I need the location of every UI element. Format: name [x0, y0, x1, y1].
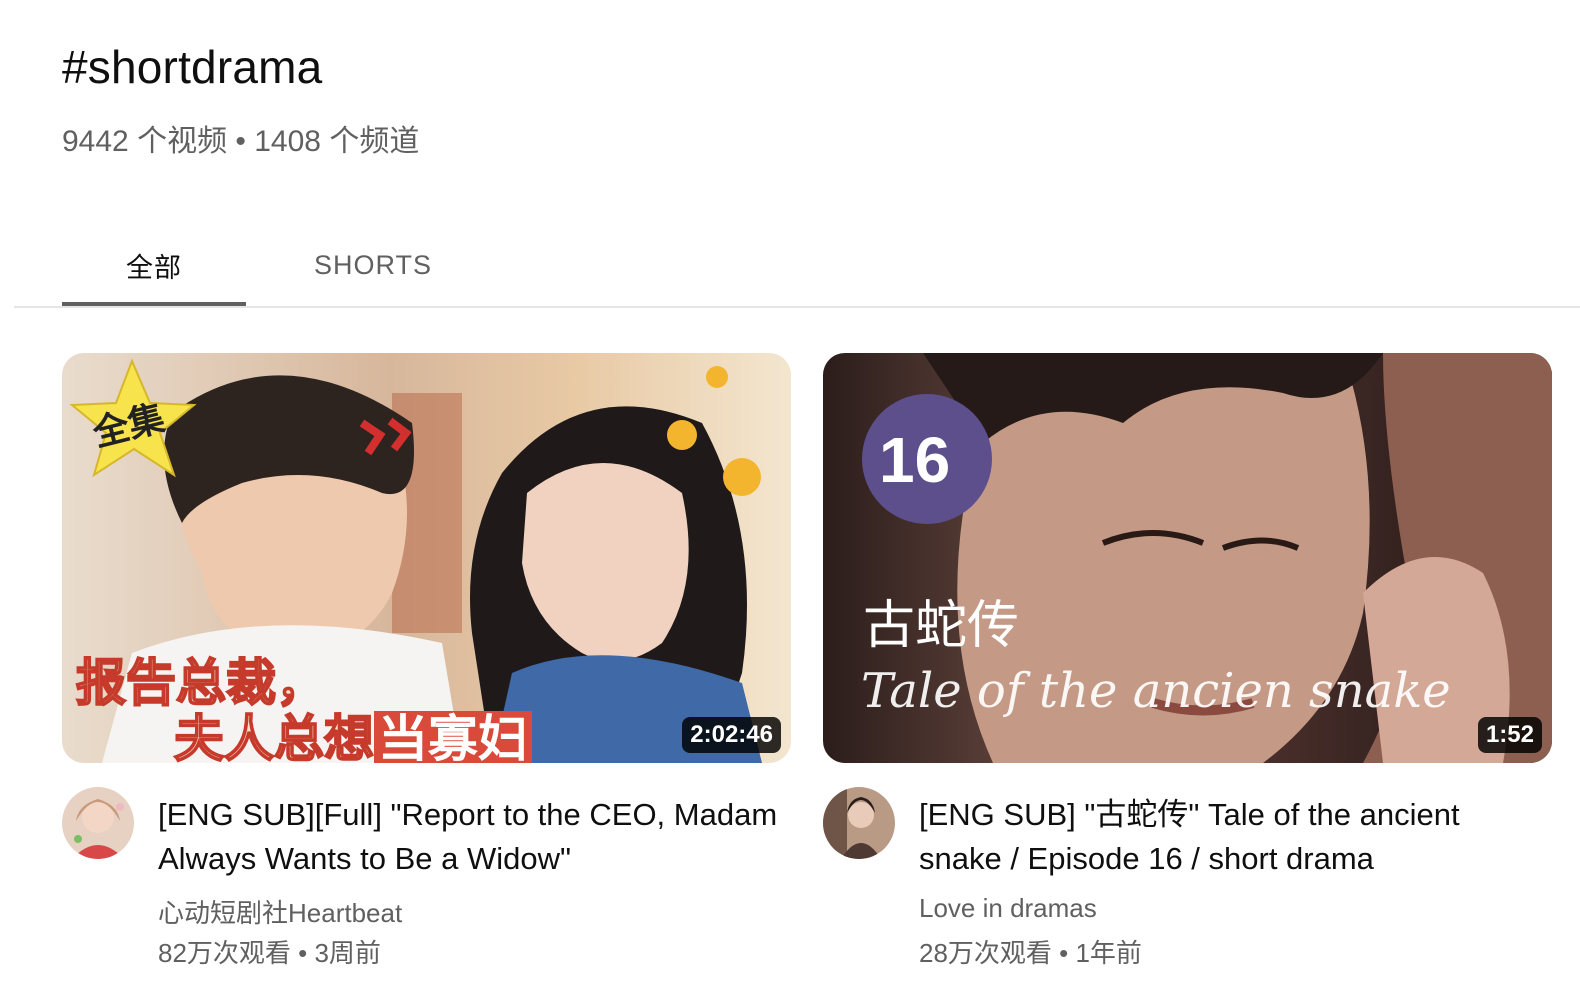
channel-name[interactable]: Love in dramas: [919, 893, 1097, 924]
tab-bar: 全部 SHORTS: [62, 228, 500, 307]
video-details: [ENG SUB] "古蛇传" Tale of the ancient snak…: [823, 763, 1552, 968]
channel-avatar[interactable]: [62, 787, 134, 859]
video-title[interactable]: [ENG SUB][Full] "Report to the CEO, Mada…: [158, 793, 778, 881]
video-stats: 82万次观看 • 3周前: [158, 938, 381, 968]
avatar-image: [62, 787, 134, 859]
channel-name[interactable]: 心动短剧社Heartbeat: [158, 893, 402, 930]
episode-number: 16: [879, 424, 951, 496]
tab-shorts[interactable]: SHORTS: [246, 228, 500, 302]
video-card: 全集 报告总裁， 夫人总想当寡妇 2:02:46 [ENG SUB][Full]…: [62, 353, 791, 968]
video-title[interactable]: [ENG SUB] "古蛇传" Tale of the ancient snak…: [919, 793, 1539, 881]
video-thumbnail[interactable]: 16 古蛇传 Tale of the ancien snake 1:52: [823, 353, 1552, 763]
thumbnail-english-title: Tale of the ancien snake: [861, 663, 1451, 719]
tabs-divider: [14, 306, 1580, 308]
video-duration: 1:52: [1477, 717, 1542, 753]
video-duration: 2:02:46: [682, 717, 781, 753]
page-title: #shortdrama: [62, 41, 323, 93]
thumbnail-title-line2-text: 夫人总想: [173, 710, 375, 763]
channel-avatar[interactable]: [823, 787, 895, 859]
thumbnail-title-line2: 夫人总想当寡妇: [173, 699, 532, 763]
page-stats: 9442 个视频 • 1408 个频道: [62, 125, 420, 158]
video-card: 16 古蛇传 Tale of the ancien snake 1:52 [EN…: [823, 353, 1552, 968]
thumbnail-chinese-title: 古蛇传: [863, 597, 1020, 655]
tab-all[interactable]: 全部: [62, 228, 246, 307]
thumbnail-title-highlight: 当寡妇: [374, 711, 532, 763]
video-stats: 28万次观看 • 1年前: [919, 938, 1142, 968]
video-details: [ENG SUB][Full] "Report to the CEO, Mada…: [62, 763, 791, 968]
video-thumbnail[interactable]: 全集 报告总裁， 夫人总想当寡妇 2:02:46: [62, 353, 791, 763]
avatar-image: [823, 787, 895, 859]
